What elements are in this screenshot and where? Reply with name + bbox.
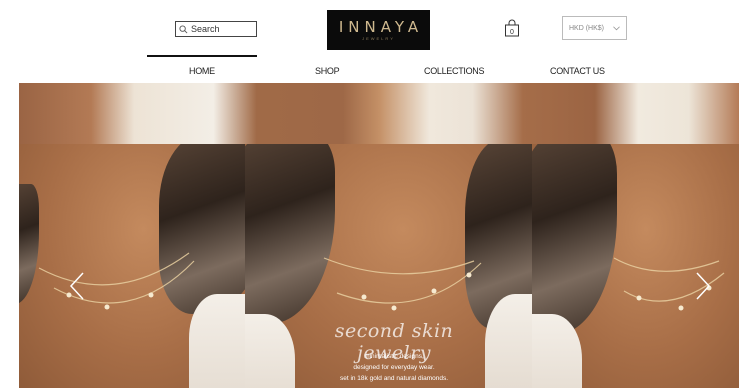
shopping-bag-icon[interactable]: 0 <box>504 19 520 37</box>
hero-description-line-3: set in 18k gold and natural diamonds. <box>339 375 449 382</box>
chevron-left-icon[interactable] <box>69 271 85 301</box>
currency-select[interactable]: HKD (HK$) <box>562 16 627 40</box>
currency-value: HKD (HK$) <box>569 24 605 32</box>
hero-description-line-1: minimalistic designs, <box>364 353 424 360</box>
logo-subtext: JEWELRY <box>362 36 395 41</box>
chevron-right-icon[interactable] <box>695 271 711 301</box>
nav-item-shop[interactable]: SHOP <box>315 66 340 76</box>
search-input[interactable] <box>191 24 251 34</box>
nav-item-collections[interactable]: COLLECTIONS <box>424 66 485 76</box>
search-icon <box>179 24 188 33</box>
nav-item-contact-us[interactable]: CONTACT US <box>550 66 605 76</box>
chevron-down-icon <box>613 25 620 30</box>
hero-description-line-2: designed for everyday wear. <box>353 364 435 371</box>
svg-text:0: 0 <box>510 29 514 36</box>
logo-text: INNAYA <box>338 18 424 36</box>
nav-active-indicator <box>147 55 257 57</box>
nav-item-home[interactable]: HOME <box>189 66 215 76</box>
search-field[interactable] <box>175 21 257 37</box>
brand-logo[interactable]: INNAYA JEWELRY <box>327 10 430 50</box>
hero-slideshow[interactable]: second skin jewelry minimalistic designs… <box>19 83 739 388</box>
